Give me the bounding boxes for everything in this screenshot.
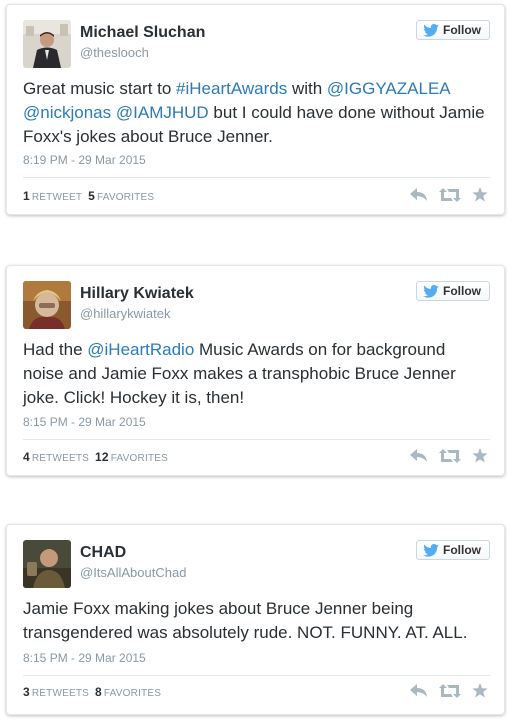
twitter-bird-icon (423, 23, 439, 37)
avatar[interactable] (23, 540, 71, 588)
avatar[interactable] (23, 281, 71, 329)
favorite-count[interactable]: 8 FAVORITES (95, 685, 161, 699)
tweet-text-segment: with (287, 79, 327, 98)
divider (23, 177, 490, 178)
follow-label: Follow (443, 543, 481, 557)
tweet-timestamp[interactable]: 8:15 PM - 29 Mar 2015 (23, 651, 146, 665)
follow-label: Follow (443, 23, 481, 37)
twitter-bird-icon (423, 284, 439, 298)
tweet-text-segment: Had the (23, 340, 88, 359)
username[interactable]: @theslooch (80, 45, 149, 60)
tweet-text: Had the @iHeartRadio Music Awards on for… (23, 338, 490, 410)
tweet-card: CHAD @ItsAllAboutChad Follow Jamie Foxx … (6, 524, 505, 715)
avatar[interactable] (23, 20, 71, 68)
display-name[interactable]: CHAD (80, 544, 126, 562)
retweet-count[interactable]: 4 RETWEETS (23, 450, 89, 464)
favorite-count[interactable]: 5 FAVORITES (88, 189, 154, 203)
reply-icon[interactable] (410, 187, 428, 202)
favorite-star-icon[interactable] (472, 187, 488, 202)
mention-link[interactable]: @IGGYAZALEA (327, 79, 450, 98)
retweet-count[interactable]: 1 RETWEET (23, 189, 82, 203)
tweet-text-segment: Great music start to (23, 79, 177, 98)
username[interactable]: @ItsAllAboutChad (80, 565, 186, 580)
retweet-icon[interactable] (439, 448, 461, 463)
divider (23, 439, 490, 440)
reply-icon[interactable] (410, 448, 428, 463)
tweet-card: Hillary Kwiatek @hillarykwiatek Follow H… (6, 265, 505, 476)
tweet-card: Michael Sluchan @theslooch Follow Great … (6, 4, 505, 215)
favorite-star-icon[interactable] (472, 448, 488, 463)
tweet-stats: 4 RETWEETS 12 FAVORITES (23, 450, 168, 464)
favorite-count[interactable]: 12 FAVORITES (95, 450, 168, 464)
twitter-bird-icon (423, 543, 439, 557)
follow-label: Follow (443, 284, 481, 298)
mention-link[interactable]: @iHeartRadio (87, 340, 194, 359)
tweet-actions (410, 187, 488, 202)
mention-link[interactable]: @nickjonas (23, 103, 111, 122)
retweet-icon[interactable] (439, 187, 461, 202)
tweet-text: Great music start to #iHeartAwards with … (23, 77, 490, 149)
tweet-timestamp[interactable]: 8:19 PM - 29 Mar 2015 (23, 153, 146, 167)
retweet-count[interactable]: 3 RETWEETS (23, 685, 89, 699)
follow-button[interactable]: Follow (416, 20, 490, 40)
tweet-actions (410, 448, 488, 463)
divider (23, 675, 490, 676)
display-name[interactable]: Michael Sluchan (80, 24, 205, 42)
username[interactable]: @hillarykwiatek (80, 306, 171, 321)
reply-icon[interactable] (410, 683, 428, 698)
tweet-actions (410, 683, 488, 698)
tweet-stats: 1 RETWEET 5 FAVORITES (23, 189, 154, 203)
tweet-text-segment: Jamie Foxx making jokes about Bruce Jenn… (23, 599, 468, 642)
favorite-star-icon[interactable] (472, 683, 488, 698)
tweet-stats: 3 RETWEETS 8 FAVORITES (23, 685, 161, 699)
tweet-text: Jamie Foxx making jokes about Bruce Jenn… (23, 597, 490, 645)
hashtag-link[interactable]: #iHeartAwards (176, 79, 287, 98)
mention-link[interactable]: @IAMJHUD (116, 103, 209, 122)
follow-button[interactable]: Follow (416, 540, 490, 560)
display-name[interactable]: Hillary Kwiatek (80, 285, 194, 303)
follow-button[interactable]: Follow (416, 281, 490, 301)
tweet-timestamp[interactable]: 8:15 PM - 29 Mar 2015 (23, 415, 146, 429)
retweet-icon[interactable] (439, 683, 461, 698)
